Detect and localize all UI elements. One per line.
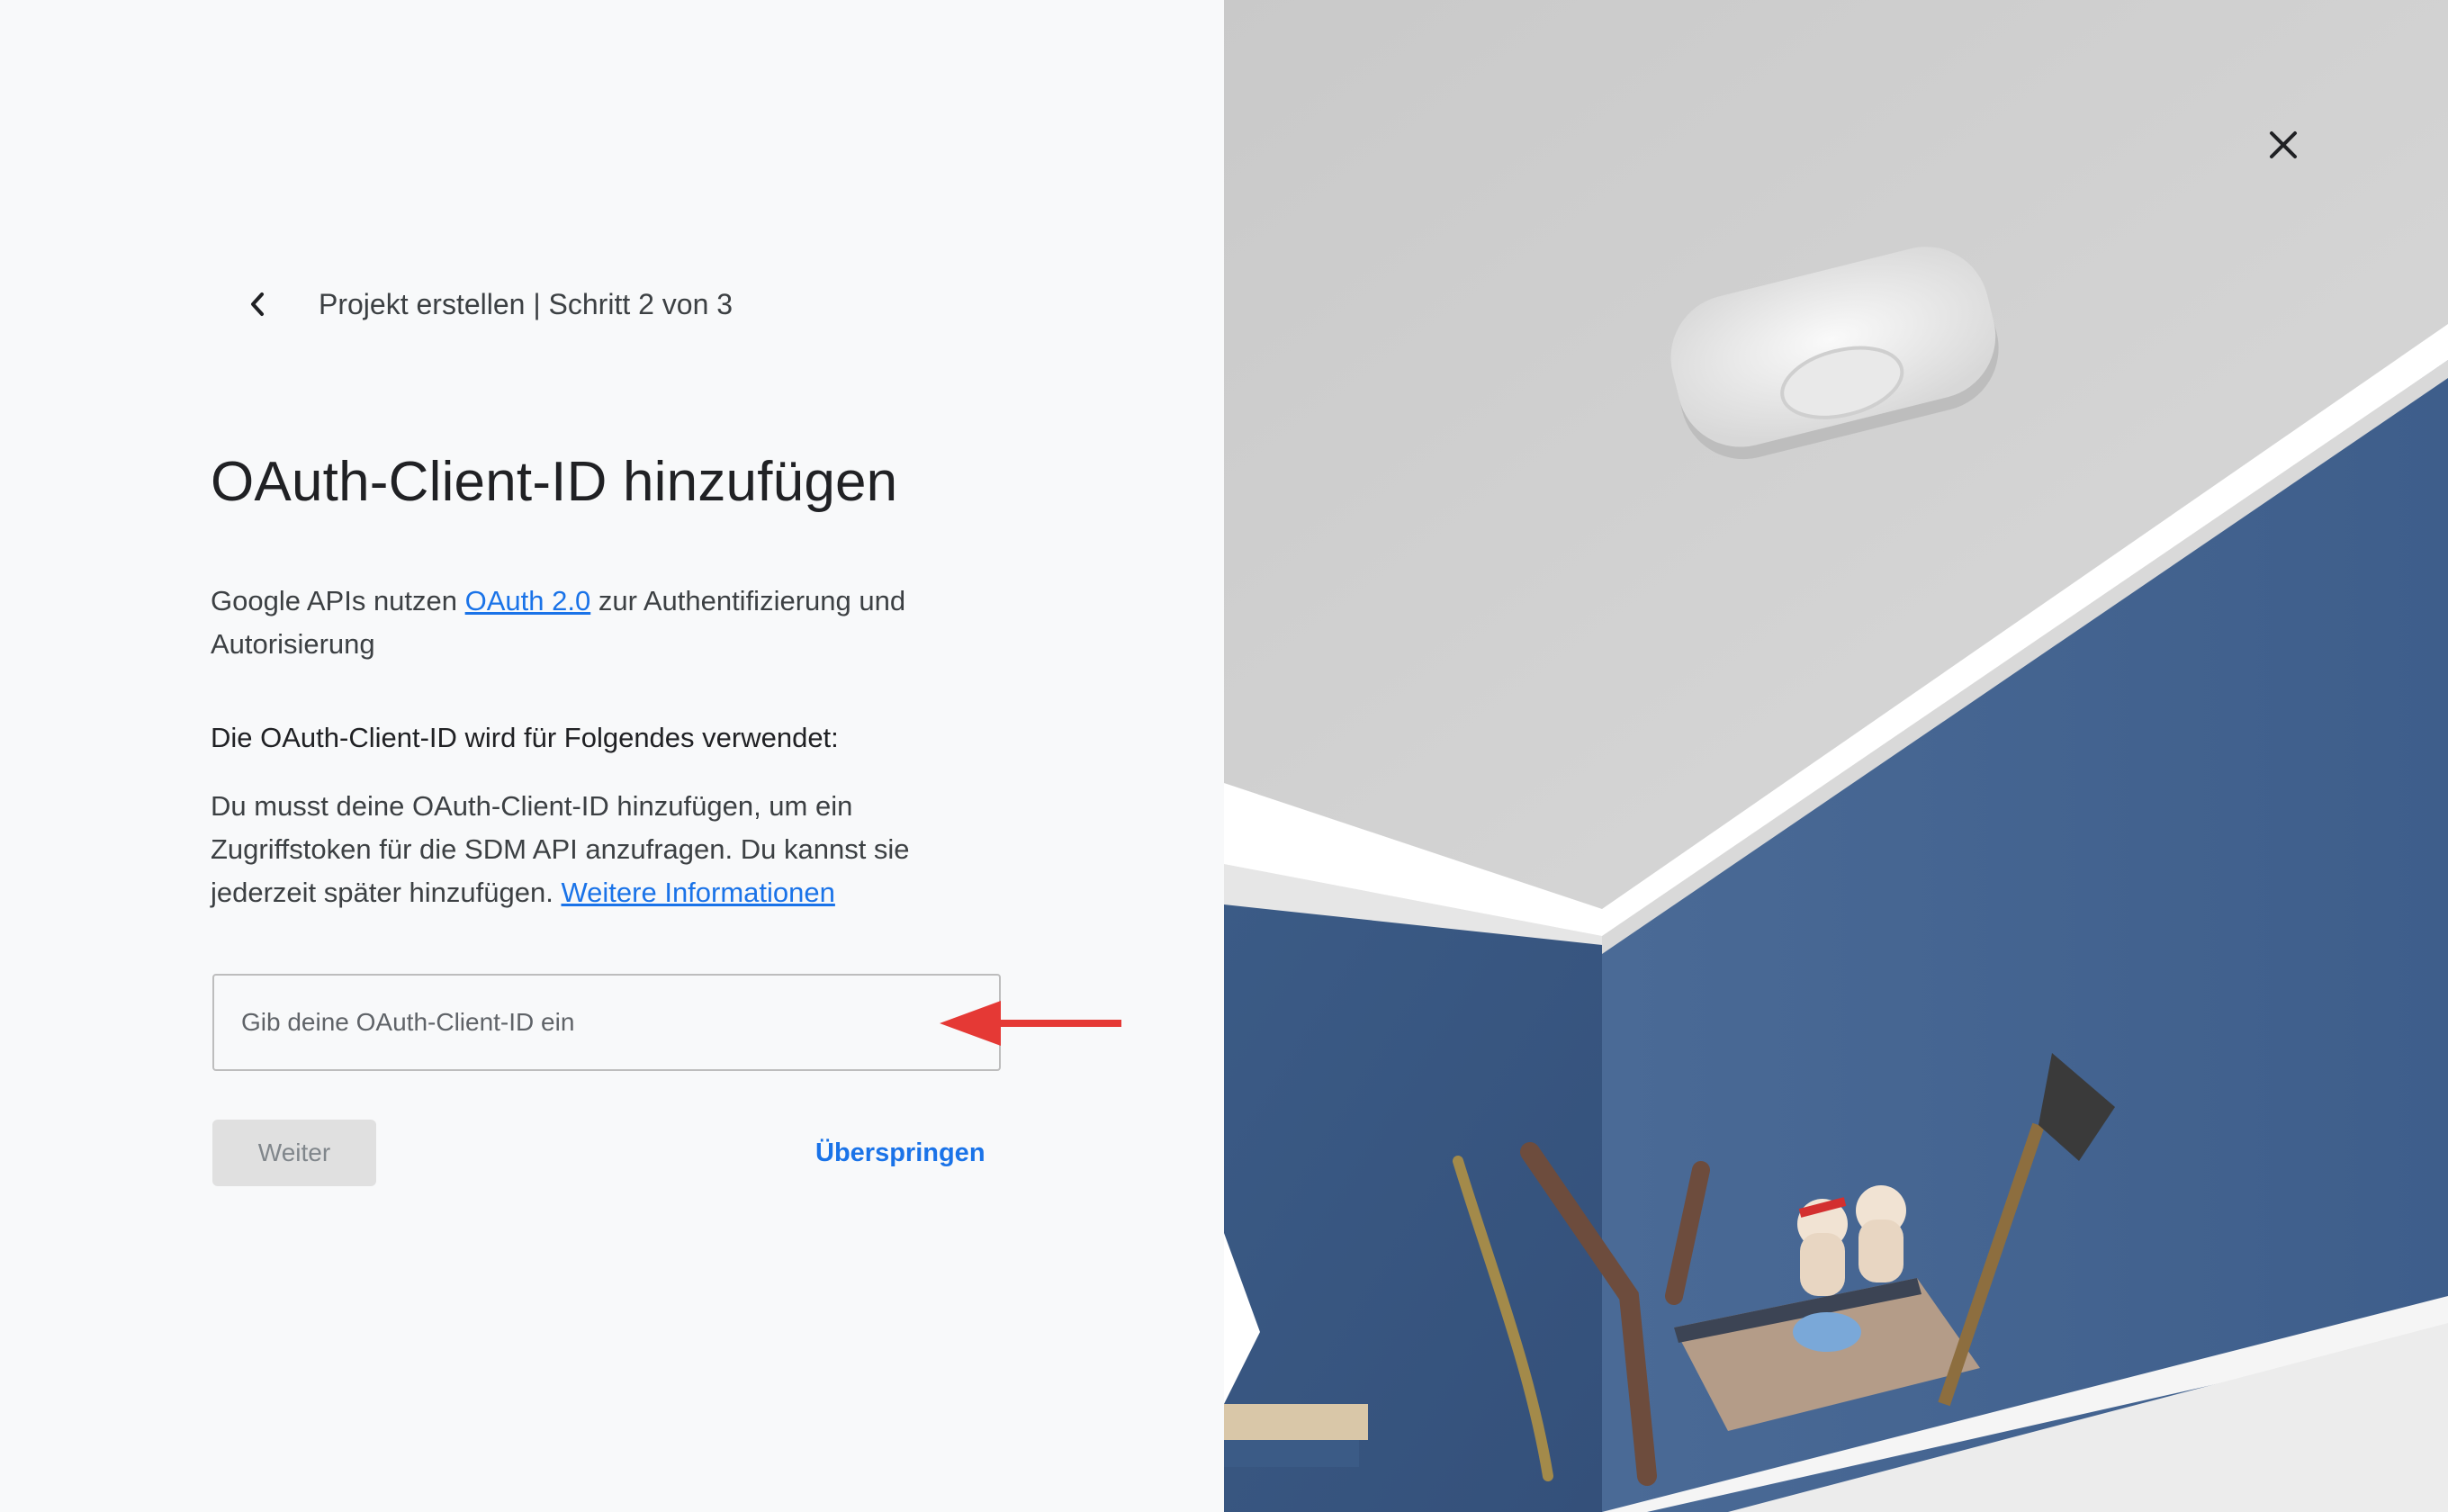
- breadcrumb-text: Projekt erstellen | Schritt 2 von 3: [319, 287, 734, 320]
- form-panel: Projekt erstellen | Schritt 2 von 3 OAut…: [0, 0, 1224, 1512]
- chevron-left-icon: [251, 292, 264, 316]
- close-icon: [2270, 131, 2297, 158]
- oauth-link[interactable]: OAuth 2.0: [465, 585, 591, 616]
- page-title: OAuth-Client-ID hinzufügen: [211, 451, 898, 513]
- oauth-setup-dialog: Projekt erstellen | Schritt 2 von 3 OAut…: [0, 0, 2448, 1512]
- client-id-input[interactable]: [212, 974, 1001, 1071]
- intro-text: Google APIs nutzen OAuth 2.0 zur Authent…: [211, 580, 994, 666]
- usage-heading: Die OAuth-Client-ID wird für Folgendes v…: [211, 722, 839, 753]
- more-info-link[interactable]: Weitere Informationen: [561, 877, 834, 908]
- hero-image: [1224, 0, 2448, 1512]
- skip-button[interactable]: Überspringen: [815, 1120, 986, 1186]
- intro-text-start: Google APIs nutzen: [211, 585, 465, 616]
- close-button[interactable]: [2259, 121, 2308, 169]
- next-button[interactable]: Weiter: [212, 1120, 376, 1186]
- back-button[interactable]: [239, 284, 275, 324]
- breadcrumb: Projekt erstellen | Schritt 2 von 3: [239, 284, 733, 324]
- smoke-detector-photo: [1224, 0, 2448, 1512]
- annotation-arrow-icon: [940, 1001, 1121, 1046]
- usage-description: Du musst deine OAuth-Client-ID hinzufüge…: [211, 785, 994, 914]
